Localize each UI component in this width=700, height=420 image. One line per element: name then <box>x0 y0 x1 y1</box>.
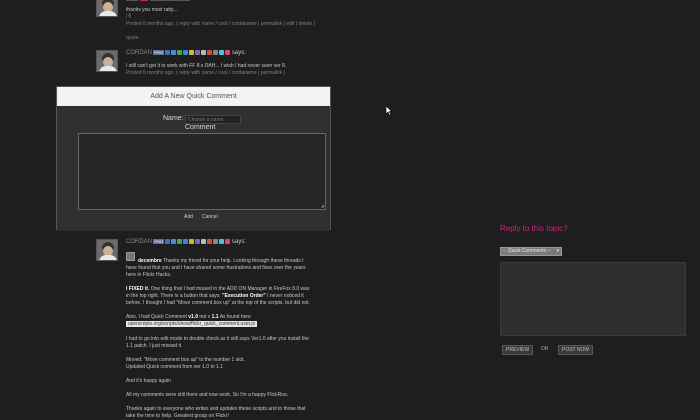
or-label: OR <box>541 346 549 352</box>
post-text: Updated Quick comment from ver 1.0 to 1.… <box>126 364 223 370</box>
says-label: says: <box>231 50 246 56</box>
post-text: I FIXED it. One thing that I had missed … <box>126 286 310 292</box>
comment-textarea[interactable]: ◢ <box>78 133 326 210</box>
cancel-button[interactable]: Cancel <box>202 214 218 220</box>
post-now-button[interactable]: POST NOW <box>558 345 594 355</box>
avatar[interactable] <box>96 50 118 72</box>
post-text: Moved: "Move comment box up" to the numb… <box>126 357 245 363</box>
quick-comment-dialog: Add A New Quick Comment Name: Comment ◢ … <box>56 86 331 231</box>
name-input[interactable] <box>185 115 241 124</box>
comment-label: Comment <box>185 124 216 131</box>
post-header-badges <box>126 0 246 1</box>
post-header: CORDAN PRO says: <box>126 239 246 245</box>
preview-button[interactable]: PREVIEW <box>502 345 534 355</box>
post-text: decembre Thanks my friend for your help.… <box>138 258 304 264</box>
group-badges <box>165 50 231 56</box>
quote-link[interactable]: quote <box>126 35 139 42</box>
post-text: All my comments were still there and now… <box>126 392 289 398</box>
post-text: take the time to help. Greatest group on… <box>126 413 229 419</box>
name-label: Name: <box>163 115 184 122</box>
quick-comments-select[interactable]: -- Quick Comments -- ▾ <box>500 247 562 256</box>
link-url[interactable]: userscripts.org/scripts/show/flickr_quic… <box>126 321 257 327</box>
post-text: 1.1 patch. I just missed it. <box>126 343 183 349</box>
author-name[interactable]: CORDAN <box>126 50 152 56</box>
script-link[interactable]: userscripts.org/scripts/show/flickr_quic… <box>126 321 257 328</box>
post-text: here in Flickr Hacks. <box>126 272 172 278</box>
post-text: ;-) <box>126 13 131 19</box>
says-label: says: <box>231 239 246 245</box>
chevron-down-icon: ▾ <box>556 248 559 254</box>
buddy-icon <box>126 252 135 261</box>
post-meta[interactable]: Posted 6 months ago. ( reply with name /… <box>126 21 315 28</box>
avatar[interactable] <box>96 0 118 17</box>
post-text: before. I thought I had "Move comment bo… <box>126 300 310 306</box>
mention-user[interactable]: decembre <box>138 258 162 264</box>
post-text: have found that you and I have shared so… <box>126 265 306 271</box>
post-text: in the top right. There is a button that… <box>126 293 304 299</box>
dialog-title: Add A New Quick Comment <box>57 87 330 106</box>
post-text: I still can't get it to work with FF 8.x… <box>126 63 287 69</box>
post-text: Also, I had Quick Comment v1.0 not v 1.1… <box>126 314 251 320</box>
post-text: Thanks again to everyone who writes and … <box>126 406 306 412</box>
post-text: I had to go into edit mode to double che… <box>126 336 309 342</box>
pro-badge: PRO <box>153 239 165 245</box>
reply-title: Reply to this topic? <box>500 224 568 233</box>
group-badges <box>165 239 231 245</box>
reply-textarea[interactable] <box>500 262 686 336</box>
pro-badge: PRO <box>153 50 165 56</box>
resize-handle-icon[interactable]: ◢ <box>321 203 324 208</box>
post-meta[interactable]: Posted 6 months ago. ( reply with name /… <box>126 70 285 77</box>
author-name[interactable]: CORDAN <box>126 239 152 245</box>
avatar[interactable] <box>96 239 118 261</box>
post-text: And it's happy again <box>126 378 171 384</box>
post-header: CORDAN PRO says: <box>126 50 246 56</box>
mouse-cursor-icon <box>386 106 393 116</box>
post-text: thanks you most ratty... <box>126 7 178 13</box>
add-button[interactable]: Add <box>184 214 193 220</box>
dialog-body: Name: Comment ◢ Add Cancel <box>57 106 330 231</box>
